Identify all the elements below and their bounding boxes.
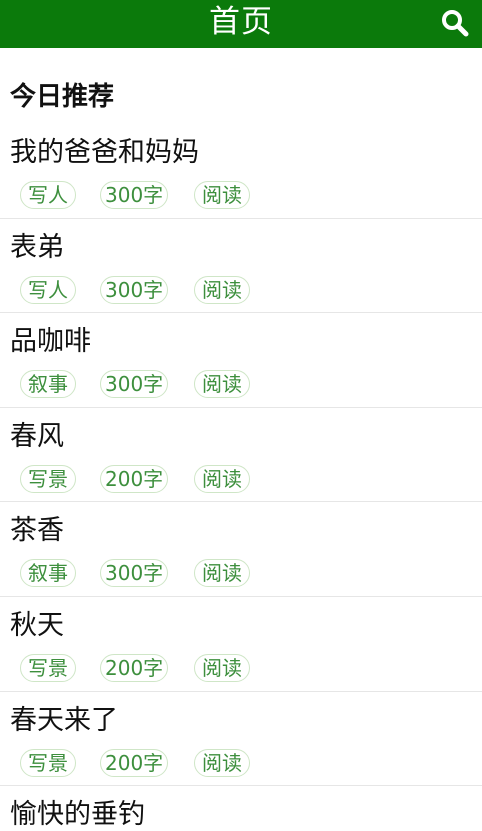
search-button[interactable] bbox=[438, 6, 472, 40]
top-app-bar: 首页 bbox=[0, 0, 482, 48]
tag-row: 写景 200字 阅读 bbox=[20, 464, 274, 493]
read-tag[interactable]: 阅读 bbox=[194, 370, 250, 399]
list-item[interactable]: 茶香 叙事 300字 阅读 bbox=[0, 502, 482, 597]
list-item[interactable]: 春风 写景 200字 阅读 bbox=[0, 408, 482, 503]
search-icon bbox=[442, 10, 469, 37]
article-title[interactable]: 春天来了 bbox=[10, 698, 118, 737]
list-item[interactable]: 愉快的垂钓 bbox=[0, 786, 482, 830]
category-tag[interactable]: 写景 bbox=[20, 748, 76, 777]
article-title[interactable]: 春风 bbox=[10, 414, 64, 453]
article-title[interactable]: 我的爸爸和妈妈 bbox=[10, 130, 199, 169]
tag-row: 写景 200字 阅读 bbox=[20, 653, 274, 682]
wordcount-tag[interactable]: 300字 bbox=[100, 370, 168, 399]
wordcount-tag[interactable]: 300字 bbox=[100, 559, 168, 588]
list-item[interactable]: 春天来了 写景 200字 阅读 bbox=[0, 692, 482, 787]
article-title[interactable]: 品咖啡 bbox=[10, 319, 91, 358]
read-tag[interactable]: 阅读 bbox=[194, 653, 250, 682]
category-tag[interactable]: 写景 bbox=[20, 653, 76, 682]
list-item[interactable]: 我的爸爸和妈妈 写人 300字 阅读 bbox=[0, 124, 482, 219]
read-tag[interactable]: 阅读 bbox=[194, 181, 250, 209]
list-item[interactable]: 品咖啡 叙事 300字 阅读 bbox=[0, 313, 482, 408]
category-tag[interactable]: 写人 bbox=[20, 275, 76, 304]
read-tag[interactable]: 阅读 bbox=[194, 275, 250, 304]
list-item[interactable]: 秋天 写景 200字 阅读 bbox=[0, 597, 482, 692]
read-tag[interactable]: 阅读 bbox=[194, 559, 250, 588]
article-title[interactable]: 表弟 bbox=[10, 225, 64, 264]
wordcount-tag[interactable]: 300字 bbox=[100, 275, 168, 304]
wordcount-tag[interactable]: 300字 bbox=[100, 181, 168, 209]
page-title: 首页 bbox=[209, 4, 273, 40]
article-title[interactable]: 茶香 bbox=[10, 508, 64, 547]
article-title[interactable]: 秋天 bbox=[10, 603, 64, 642]
wordcount-tag[interactable]: 200字 bbox=[100, 464, 168, 493]
tag-row: 叙事 300字 阅读 bbox=[20, 370, 274, 399]
tag-row: 写人 300字 阅读 bbox=[20, 275, 274, 304]
read-tag[interactable]: 阅读 bbox=[194, 748, 250, 777]
category-tag[interactable]: 叙事 bbox=[20, 370, 76, 399]
article-list: 我的爸爸和妈妈 写人 300字 阅读 表弟 写人 300字 阅读 品咖啡 叙事 … bbox=[0, 124, 482, 830]
tag-row: 写景 200字 阅读 bbox=[20, 748, 274, 777]
wordcount-tag[interactable]: 200字 bbox=[100, 653, 168, 682]
category-tag[interactable]: 写景 bbox=[20, 464, 76, 493]
wordcount-tag[interactable]: 200字 bbox=[100, 748, 168, 777]
tag-row: 叙事 300字 阅读 bbox=[20, 559, 274, 588]
category-tag[interactable]: 写人 bbox=[20, 181, 76, 209]
section-title: 今日推荐 bbox=[10, 82, 115, 112]
list-item[interactable]: 表弟 写人 300字 阅读 bbox=[0, 219, 482, 314]
tag-row: 写人 300字 阅读 bbox=[20, 181, 274, 209]
article-title[interactable]: 愉快的垂钓 bbox=[10, 792, 145, 831]
read-tag[interactable]: 阅读 bbox=[194, 464, 250, 493]
category-tag[interactable]: 叙事 bbox=[20, 559, 76, 588]
